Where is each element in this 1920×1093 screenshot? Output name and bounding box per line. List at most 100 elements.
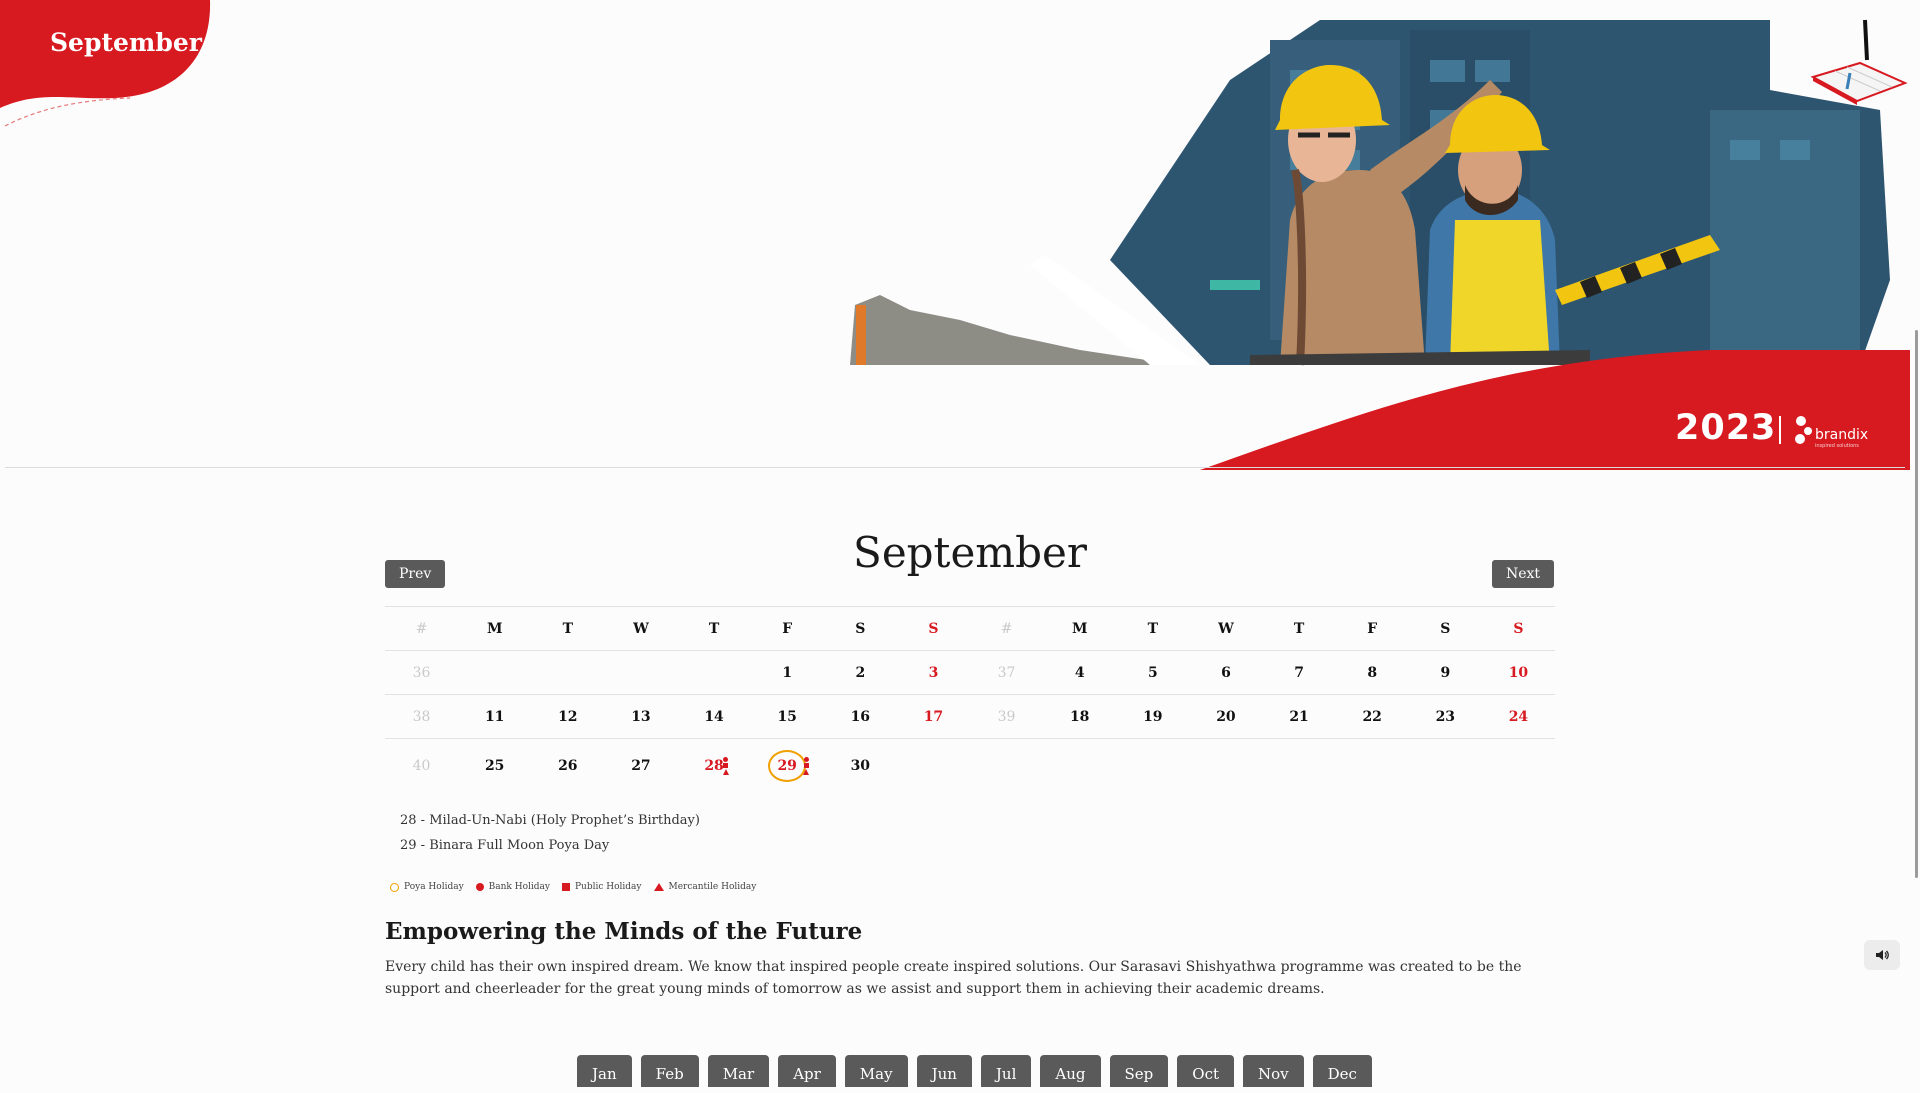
- day-cell[interactable]: 17: [897, 709, 970, 725]
- day-cell[interactable]: 20: [1189, 709, 1262, 725]
- calendar-title: September: [853, 528, 1087, 577]
- prev-month-button[interactable]: Prev: [385, 560, 446, 588]
- day-cell[interactable]: 8: [1336, 665, 1409, 681]
- day-cell[interactable]: 9: [1409, 665, 1482, 681]
- month-button-nov[interactable]: Nov: [1243, 1055, 1304, 1087]
- day-cell[interactable]: 11: [458, 709, 531, 725]
- month-button-aug[interactable]: Aug: [1040, 1055, 1101, 1087]
- day-header-sun: S: [1513, 620, 1524, 637]
- brand-name: brandix: [1815, 427, 1869, 443]
- day-header-tue: T: [562, 620, 574, 637]
- sound-toggle-button[interactable]: [1864, 940, 1900, 970]
- day-cell[interactable]: 13: [604, 709, 677, 725]
- day-header-fri: F: [1367, 620, 1378, 637]
- hero-divider: [5, 467, 1905, 468]
- poya-ring-icon: [390, 882, 399, 892]
- month-button-mar[interactable]: Mar: [707, 1055, 770, 1087]
- next-month-button[interactable]: Next: [1492, 560, 1555, 588]
- day-header-mon: M: [1071, 620, 1088, 637]
- speaker-icon: [1876, 950, 1889, 960]
- holiday-item: 28 - Milad-Un-Nabi (Holy Prophet’s Birth…: [400, 813, 700, 828]
- article-body: Every child has their own inspired dream…: [385, 959, 1522, 997]
- legend-bank-label: Bank Holiday: [488, 882, 550, 892]
- day-cell-holiday[interactable]: 28: [678, 757, 751, 775]
- day-cell[interactable]: 27: [604, 758, 677, 774]
- bank-holiday-marker: [723, 757, 729, 762]
- day-cell-poya[interactable]: 29: [751, 750, 824, 782]
- day-cell[interactable]: 26: [531, 758, 604, 774]
- legend-public: Public Holiday: [561, 882, 642, 892]
- public-holiday-marker: [723, 763, 729, 768]
- brand-tagline: inspired solutions: [1815, 443, 1859, 449]
- day-cell[interactable]: 23: [1409, 709, 1482, 725]
- month-button-oct[interactable]: Oct: [1177, 1055, 1235, 1087]
- day-number: 28: [704, 758, 724, 774]
- day-cell[interactable]: 22: [1336, 709, 1409, 725]
- day-header-mon: M: [486, 620, 503, 637]
- calendar-grid: # M T W T F S S # M T W T F S S 3 6 1 2 3…: [385, 606, 1555, 793]
- month-button-feb[interactable]: Feb: [640, 1055, 699, 1087]
- poya-day-number: 29: [768, 750, 807, 782]
- day-cell[interactable]: 30: [824, 758, 897, 774]
- day-cell[interactable]: 18: [1043, 709, 1116, 725]
- legend-bank: Bank Holiday: [475, 882, 550, 892]
- month-button-dec[interactable]: Dec: [1312, 1055, 1372, 1087]
- day-cell[interactable]: 3: [897, 665, 970, 681]
- mercantile-holiday-marker: [803, 769, 810, 775]
- week-number: 37: [997, 664, 1016, 681]
- brandix-logo-icon: [1795, 416, 1812, 444]
- month-badge-blob: [0, 0, 211, 127]
- day-cell[interactable]: 5: [1116, 665, 1189, 681]
- week-number-header: #: [415, 620, 428, 637]
- day-cell[interactable]: 1: [751, 665, 824, 681]
- mercantile-holiday-marker: [722, 769, 729, 775]
- day-header-tue: T: [1147, 620, 1159, 637]
- day-cell[interactable]: 24: [1482, 709, 1555, 725]
- mercantile-triangle-icon: [653, 883, 664, 891]
- day-header-thu: T: [1293, 620, 1305, 637]
- month-button-jul[interactable]: Jul: [980, 1055, 1032, 1087]
- day-cell[interactable]: 6: [1189, 665, 1262, 681]
- day-cell[interactable]: 4: [1043, 665, 1116, 681]
- month-button-jan[interactable]: Jan: [577, 1055, 632, 1087]
- holiday-markers: [803, 757, 810, 775]
- day-cell[interactable]: 2: [824, 665, 897, 681]
- day-cell[interactable]: 19: [1116, 709, 1189, 725]
- day-cell[interactable]: 16: [824, 709, 897, 725]
- legend-mercantile-label: Mercantile Holiday: [668, 882, 757, 892]
- scrollbar-thumb[interactable]: [1915, 330, 1918, 878]
- calendar-week-row: 36 1 2 3 37 4 5 6 7 8 9 10: [385, 650, 1555, 694]
- year-label: 2023: [1675, 408, 1777, 448]
- month-button-apr[interactable]: Apr: [778, 1055, 836, 1087]
- page-scrollbar[interactable]: [1912, 0, 1920, 1080]
- day-cell[interactable]: 10: [1482, 665, 1555, 681]
- day-cell[interactable]: 25: [458, 758, 531, 774]
- day-header-fri: F: [782, 620, 793, 637]
- month-badge-label: September: [50, 28, 202, 57]
- day-cell[interactable]: 21: [1263, 709, 1336, 725]
- day-header-wed: W: [633, 620, 649, 637]
- week-number: 39: [997, 708, 1016, 725]
- day-header-wed: W: [1218, 620, 1234, 637]
- article-title: Empowering the Minds of the Future: [385, 918, 863, 945]
- day-header-thu: T: [708, 620, 720, 637]
- public-square-icon: [561, 883, 570, 891]
- month-button-jun[interactable]: Jun: [916, 1055, 972, 1087]
- calendar-header-row: # M T W T F S S # M T W T F S S: [385, 606, 1555, 650]
- day-cell[interactable]: 14: [678, 709, 751, 725]
- day-cell[interactable]: 15: [751, 709, 824, 725]
- day-cell[interactable]: 12: [531, 709, 604, 725]
- holiday-markers: [722, 757, 729, 775]
- legend-poya-label: Poya Holiday: [404, 882, 464, 892]
- calendar-week-row: 40 25 26 27 28 29 30: [385, 738, 1555, 793]
- holiday-list: 28 - Milad-Un-Nabi (Holy Prophet’s Birth…: [400, 808, 700, 858]
- bank-dot-icon: [475, 883, 484, 891]
- day-cell[interactable]: 7: [1263, 665, 1336, 681]
- month-button-may[interactable]: May: [844, 1055, 908, 1087]
- public-holiday-marker: [803, 763, 809, 768]
- day-header-sun: S: [928, 620, 939, 637]
- week-number: 38: [412, 708, 431, 725]
- month-navigation: Jan Feb Mar Apr May Jun Jul Aug Sep Oct …: [577, 1055, 1372, 1087]
- month-button-sep[interactable]: Sep: [1109, 1055, 1169, 1087]
- holiday-item: 29 - Binara Full Moon Poya Day: [400, 838, 610, 853]
